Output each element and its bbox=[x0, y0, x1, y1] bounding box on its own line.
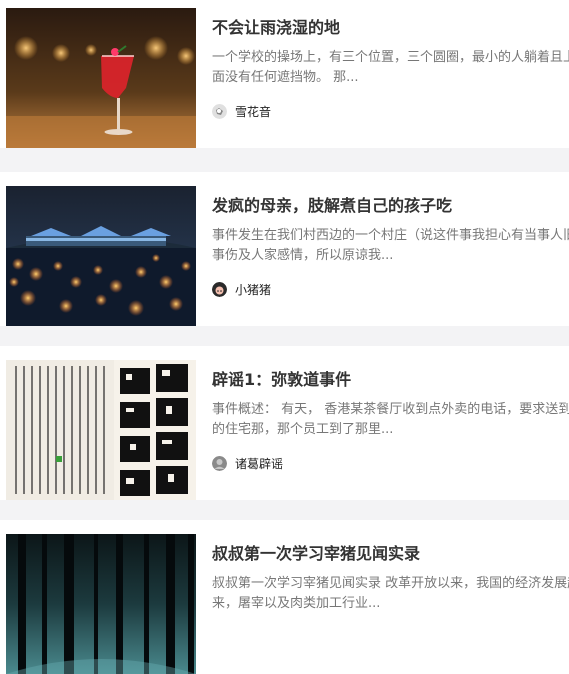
article-card[interactable]: 叔叔第一次学习宰猪见闻实录 叔叔第一次学习宰猪见闻实录 改革开放以来，我国的经济… bbox=[0, 520, 569, 674]
article-summary: 事件概述： 有天， 香港某茶餐厅收到点外卖的电话，要求送到的住宅那，那个员工到了… bbox=[212, 402, 569, 437]
article-author[interactable]: 小猪猪 bbox=[212, 280, 569, 298]
newspaper-clipping-image[interactable] bbox=[6, 360, 196, 500]
article-content: 叔叔第一次学习宰猪见闻实录 叔叔第一次学习宰猪见闻实录 改革开放以来，我国的经济… bbox=[212, 534, 569, 614]
article-card[interactable]: 不会让雨浇湿的地 一个学校的操场上，有三个位置，三个圆圈，最小的人躺着且上面没有… bbox=[0, 0, 569, 148]
river-lanterns-bridge-image[interactable] bbox=[6, 186, 196, 326]
article-content: 发疯的母亲，肢解煮自己的孩子吃 事件发生在我们村西边的一个村庄（说这件事我担心有… bbox=[212, 186, 569, 298]
article-title[interactable]: 叔叔第一次学习宰猪见闻实录 bbox=[212, 540, 569, 568]
dark-forest-image[interactable] bbox=[6, 534, 196, 674]
avatar-pig bbox=[212, 281, 227, 297]
author-name[interactable]: 雪花音 bbox=[235, 103, 271, 120]
article-content: 不会让雨浇湿的地 一个学校的操场上，有三个位置，三个圆圈，最小的人躺着且上面没有… bbox=[212, 8, 569, 120]
article-author[interactable]: 雪花音 bbox=[212, 102, 569, 120]
article-summary: 事件发生在我们村西边的一个村庄（说这件事我担心有当事人旧事伤及人家感情，所以原谅… bbox=[212, 228, 569, 263]
article-title[interactable]: 发疯的母亲，肢解煮自己的孩子吃 bbox=[212, 192, 569, 220]
author-name[interactable]: 诸葛辟谣 bbox=[235, 455, 283, 472]
article-title[interactable]: 不会让雨浇湿的地 bbox=[212, 14, 569, 42]
author-name[interactable]: 小猪猪 bbox=[235, 281, 271, 298]
article-title[interactable]: 辟谣1：弥敦道事件 bbox=[212, 366, 569, 394]
cocktail-glass-image[interactable] bbox=[6, 8, 196, 148]
avatar-gray bbox=[212, 455, 227, 471]
avatar-snowflake bbox=[212, 103, 227, 119]
article-author[interactable]: 诸葛辟谣 bbox=[212, 454, 569, 472]
article-card[interactable]: 辟谣1：弥敦道事件 事件概述： 有天， 香港某茶餐厅收到点外卖的电话，要求送到的… bbox=[0, 346, 569, 500]
article-content: 辟谣1：弥敦道事件 事件概述： 有天， 香港某茶餐厅收到点外卖的电话，要求送到的… bbox=[212, 360, 569, 472]
article-card[interactable]: 发疯的母亲，肢解煮自己的孩子吃 事件发生在我们村西边的一个村庄（说这件事我担心有… bbox=[0, 172, 569, 326]
article-feed: 不会让雨浇湿的地 一个学校的操场上，有三个位置，三个圆圈，最小的人躺着且上面没有… bbox=[0, 0, 569, 674]
article-summary: 叔叔第一次学习宰猪见闻实录 改革开放以来，我国的经济发展起来，屠宰以及肉类加工行… bbox=[212, 576, 569, 611]
article-summary: 一个学校的操场上，有三个位置，三个圆圈，最小的人躺着且上面没有任何遮挡物。 那.… bbox=[212, 50, 569, 85]
